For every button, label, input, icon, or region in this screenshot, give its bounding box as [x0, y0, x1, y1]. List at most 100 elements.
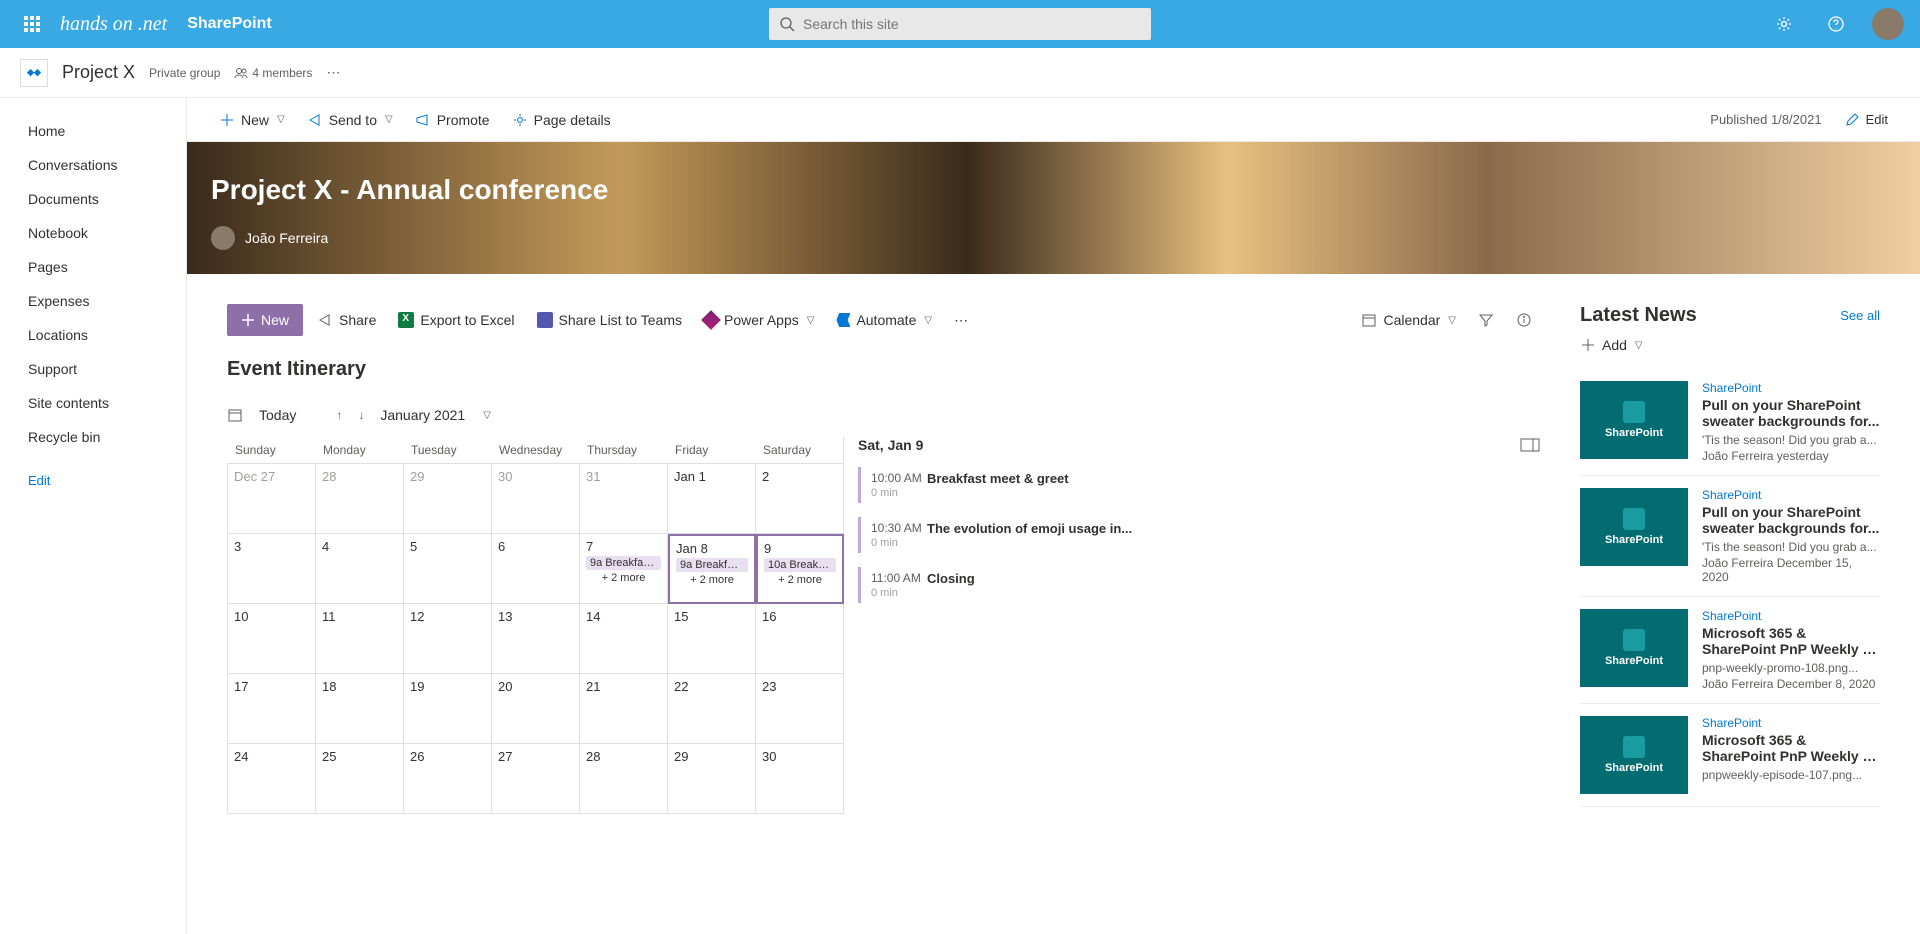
page-details-button[interactable]: Page details — [504, 104, 619, 136]
nav-conversations[interactable]: Conversations — [0, 148, 186, 182]
account-button[interactable] — [1864, 0, 1912, 48]
calendar-cell[interactable]: 24 — [228, 744, 316, 814]
calendar-cell[interactable]: 19 — [404, 674, 492, 744]
calendar-cell[interactable]: 25 — [316, 744, 404, 814]
view-switcher[interactable]: Calendar▽ — [1353, 304, 1464, 336]
calendar-cell[interactable]: 13 — [492, 604, 580, 674]
calendar-cell[interactable]: Jan 89a Breakfast...+ 2 more — [668, 534, 756, 604]
date-number: 21 — [586, 679, 661, 694]
export-excel-button[interactable]: Export to Excel — [390, 304, 522, 336]
calendar-cell[interactable]: 79a Breakfast...+ 2 more — [580, 534, 668, 604]
prev-month-button[interactable]: ↑ — [336, 408, 342, 422]
filter-button[interactable] — [1470, 304, 1502, 336]
calendar-event[interactable]: 10a Breakfas... — [764, 558, 836, 572]
nav-support[interactable]: Support — [0, 352, 186, 386]
calendar-cell[interactable]: 14 — [580, 604, 668, 674]
date-number: 14 — [586, 609, 661, 624]
calendar-cell[interactable]: 26 — [404, 744, 492, 814]
calendar-cell[interactable]: 22 — [668, 674, 756, 744]
promote-button[interactable]: Promote — [407, 104, 498, 136]
share-teams-button[interactable]: Share List to Teams — [529, 304, 690, 336]
more-events-link[interactable]: + 2 more — [676, 574, 748, 586]
site-title[interactable]: Project X — [62, 62, 135, 83]
list-more-button[interactable]: ⋯ — [946, 304, 976, 336]
calendar-cell[interactable]: 27 — [492, 744, 580, 814]
calendar-cell[interactable]: 23 — [756, 674, 844, 744]
calendar-cell[interactable]: 17 — [228, 674, 316, 744]
calendar-cell[interactable]: 30 — [492, 464, 580, 534]
more-events-link[interactable]: + 2 more — [764, 574, 836, 586]
search-input[interactable] — [769, 8, 1151, 40]
calendar-cell[interactable]: 10 — [228, 604, 316, 674]
automate-button[interactable]: Automate▽ — [828, 304, 940, 336]
nav-site-contents[interactable]: Site contents — [0, 386, 186, 420]
calendar-cell[interactable]: 28 — [316, 464, 404, 534]
news-item[interactable]: SharePointSharePointPull on your SharePo… — [1580, 476, 1880, 597]
app-name[interactable]: SharePoint — [187, 15, 271, 33]
chevron-down-icon: ▽ — [807, 315, 815, 326]
help-button[interactable] — [1812, 0, 1860, 48]
expand-icon[interactable] — [1520, 438, 1540, 452]
day-header: Friday — [667, 437, 755, 463]
calendar-cell[interactable]: Jan 1 — [668, 464, 756, 534]
news-thumbnail: SharePoint — [1580, 609, 1688, 687]
nav-documents[interactable]: Documents — [0, 182, 186, 216]
calendar-cell[interactable]: 910a Breakfas...+ 2 more — [756, 534, 844, 604]
calendar-cell[interactable]: 4 — [316, 534, 404, 604]
calendar-cell[interactable]: 31 — [580, 464, 668, 534]
calendar-cell[interactable]: 29 — [668, 744, 756, 814]
tenant-logo[interactable]: hands on .net — [60, 13, 167, 36]
nav-locations[interactable]: Locations — [0, 318, 186, 352]
app-launcher[interactable] — [8, 0, 56, 48]
calendar-cell[interactable]: 5 — [404, 534, 492, 604]
calendar-cell[interactable]: 18 — [316, 674, 404, 744]
calendar-cell[interactable]: 12 — [404, 604, 492, 674]
calendar-cell[interactable]: 28 — [580, 744, 668, 814]
powerapps-button[interactable]: Power Apps▽ — [696, 304, 822, 336]
members-link[interactable]: 4 members — [234, 66, 312, 80]
calendar-cell[interactable]: 30 — [756, 744, 844, 814]
calendar-cell[interactable]: Dec 27 — [228, 464, 316, 534]
calendar-cell[interactable]: 21 — [580, 674, 668, 744]
calendar-cell[interactable]: 2 — [756, 464, 844, 534]
today-button[interactable]: Today — [259, 407, 296, 423]
date-number: 28 — [322, 469, 397, 484]
site-header: ◆◆ Project X Private group 4 members ⋯ — [0, 48, 1920, 98]
add-news-button[interactable]: Add▽ — [1580, 337, 1880, 353]
calendar-cell[interactable]: 20 — [492, 674, 580, 744]
calendar-cell[interactable]: 6 — [492, 534, 580, 604]
new-page-button[interactable]: New▽ — [211, 104, 293, 136]
next-month-button[interactable]: ↓ — [358, 408, 364, 422]
site-logo[interactable]: ◆◆ — [20, 59, 48, 87]
news-item[interactable]: SharePointSharePointMicrosoft 365 & Shar… — [1580, 704, 1880, 807]
calendar-cell[interactable]: 16 — [756, 604, 844, 674]
settings-button[interactable] — [1760, 0, 1808, 48]
nav-edit-link[interactable]: Edit — [0, 464, 186, 497]
more-events-link[interactable]: + 2 more — [586, 572, 661, 584]
calendar-cell[interactable]: 11 — [316, 604, 404, 674]
calendar-cell[interactable]: 15 — [668, 604, 756, 674]
share-button[interactable]: Share — [309, 304, 384, 336]
month-label[interactable]: January 2021 — [380, 407, 465, 423]
new-item-button[interactable]: New — [227, 304, 303, 336]
news-item[interactable]: SharePointSharePointMicrosoft 365 & Shar… — [1580, 597, 1880, 704]
calendar-cell[interactable]: 3 — [228, 534, 316, 604]
sendto-button[interactable]: Send to▽ — [299, 104, 401, 136]
nav-notebook[interactable]: Notebook — [0, 216, 186, 250]
day-event[interactable]: 10:00 AM0 minBreakfast meet & greet — [858, 467, 1540, 503]
nav-recycle-bin[interactable]: Recycle bin — [0, 420, 186, 454]
chevron-down-icon: ▽ — [924, 315, 932, 326]
edit-page-button[interactable]: Edit — [1836, 104, 1896, 136]
nav-pages[interactable]: Pages — [0, 250, 186, 284]
news-item[interactable]: SharePointSharePointPull on your SharePo… — [1580, 369, 1880, 476]
info-button[interactable] — [1508, 304, 1540, 336]
site-more-button[interactable]: ⋯ — [326, 64, 340, 81]
calendar-event[interactable]: 9a Breakfast... — [586, 556, 661, 570]
calendar-cell[interactable]: 29 — [404, 464, 492, 534]
nav-home[interactable]: Home — [0, 114, 186, 148]
see-all-link[interactable]: See all — [1840, 308, 1880, 323]
day-event[interactable]: 11:00 AM0 minClosing — [858, 567, 1540, 603]
calendar-event[interactable]: 9a Breakfast... — [676, 558, 748, 572]
nav-expenses[interactable]: Expenses — [0, 284, 186, 318]
day-event[interactable]: 10:30 AM0 minThe evolution of emoji usag… — [858, 517, 1540, 553]
